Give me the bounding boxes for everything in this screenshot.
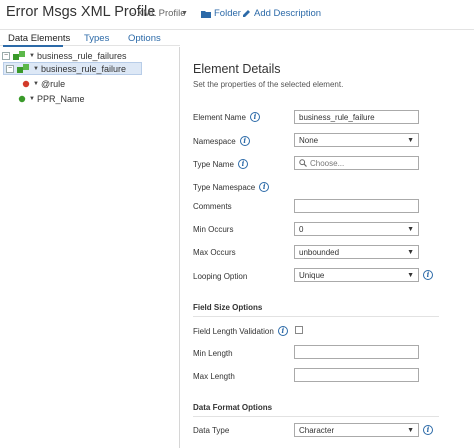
expanded-arrow-icon: ▼ [33,80,39,87]
info-icon[interactable]: i [277,326,288,336]
max-length-label: Max Length [193,372,235,381]
tree-node-business-rule-failures[interactable]: − ▼ business_rule_failures [2,49,127,62]
search-icon [299,159,307,167]
label-text: Max Length [193,372,235,381]
collapse-toggle-icon[interactable]: − [2,51,10,60]
element-details-panel: Element Details Set the properties of th… [181,47,474,448]
add-description-link[interactable]: Add Description [242,8,321,19]
label-text: Max Occurs [193,248,236,257]
label-text: Element Name [193,112,246,122]
max-occurs-select[interactable]: unbounded ▼ [294,245,419,259]
min-occurs-select[interactable]: 0 ▼ [294,222,419,236]
element-group-icon [13,50,25,60]
add-description-label: Add Description [254,8,322,19]
label-text: Min Length [193,349,233,358]
info-icon[interactable]: i [423,270,433,280]
label-text: Type Name [193,159,234,169]
element-name-input[interactable]: business_rule_failure [294,110,419,124]
details-subtitle: Set the properties of the selected eleme… [193,80,344,89]
looping-option-label: Looping Option [193,272,247,281]
info-icon[interactable]: i [249,112,260,122]
looping-option-select[interactable]: Unique ▼ [294,268,419,282]
info-icon[interactable]: i [239,136,250,146]
expanded-arrow-icon: ▼ [29,52,35,59]
field-size-section-title: Field Size Options [193,303,263,312]
expanded-arrow-icon: ▼ [29,95,35,102]
element-group-icon [17,63,29,73]
looping-option-value: Unique [299,270,325,280]
element-icon [18,95,26,102]
tree-node-business-rule-failure[interactable]: − ▼ business_rule_failure [3,62,142,75]
data-type-select[interactable]: Character ▼ [294,423,419,437]
section-divider [193,316,439,317]
comments-label: Comments [193,202,232,211]
min-occurs-value: 0 [299,224,304,234]
field-length-validation-checkbox[interactable] [295,326,303,334]
tree-node-label: PPR_Name [36,93,85,104]
attribute-icon [22,80,30,87]
label-text: Comments [193,202,232,211]
pencil-icon [243,10,250,17]
data-type-label: Data Type [193,426,229,435]
type-name-placeholder: Choose... [310,158,345,168]
element-name-label: Element Name i [193,112,260,122]
tree-node-rule-attribute[interactable]: ▼ @rule [22,77,65,90]
info-icon[interactable]: i [259,182,270,192]
label-text: Namespace [193,136,236,146]
min-length-input[interactable] [294,345,419,359]
dropdown-arrow-icon: ▼ [407,271,414,279]
section-divider [193,416,439,417]
info-icon[interactable]: i [237,159,248,169]
folder-link[interactable]: Folder [201,8,241,19]
dropdown-arrow-icon: ▼ [407,136,414,144]
profile-type-caret-icon[interactable]: ▼ [181,10,188,17]
namespace-value: None [299,135,319,145]
field-length-validation-label: Field Length Validation i [193,326,288,336]
data-type-value: Character [299,425,335,435]
tab-types[interactable]: Types [84,33,109,44]
label-text: Looping Option [193,272,248,281]
tree-node-label: business_rule_failure [40,63,127,74]
tree-node-label: @rule [40,78,66,89]
element-tree: − ▼ business_rule_failures − ▼ business_… [0,47,179,448]
tree-node-label: business_rule_failures [36,50,127,61]
folder-icon [201,10,211,18]
data-format-section-title: Data Format Options [193,403,273,412]
namespace-label: Namespace i [193,136,250,146]
dropdown-arrow-icon: ▼ [407,225,414,233]
collapse-toggle-icon[interactable]: − [6,64,14,73]
profile-type: - XML Profile [131,8,186,19]
dropdown-arrow-icon: ▼ [407,248,414,256]
max-occurs-label: Max Occurs [193,248,236,257]
type-name-search-input[interactable]: Choose... [294,156,419,170]
min-length-label: Min Length [193,349,233,358]
label-text: Field Length Validation [193,326,274,336]
tab-data-elements[interactable]: Data Elements [8,33,70,44]
namespace-select[interactable]: None ▼ [294,133,419,147]
min-occurs-label: Min Occurs [193,225,233,234]
expanded-arrow-icon: ▼ [33,65,39,72]
info-icon[interactable]: i [423,425,433,435]
profile-header: Error Msgs XML Profile - XML Profile ▼ F… [0,0,474,30]
dropdown-arrow-icon: ▼ [407,426,414,434]
tree-node-ppr-name[interactable]: ▼ PPR_Name [18,92,84,105]
details-title: Element Details [193,62,281,76]
max-length-input[interactable] [294,368,419,382]
type-namespace-label: Type Namespace i [193,182,270,192]
folder-link-label: Folder [214,8,241,19]
max-occurs-value: unbounded [299,247,340,257]
label-text: Type Namespace [193,182,256,192]
comments-input[interactable] [294,199,419,213]
panel-divider[interactable] [179,47,180,448]
tab-bar: Data Elements Types Options [0,31,180,47]
type-name-label: Type Name i [193,159,248,169]
label-text: Data Type [193,426,230,435]
label-text: Min Occurs [193,225,234,234]
tab-options[interactable]: Options [128,33,161,44]
